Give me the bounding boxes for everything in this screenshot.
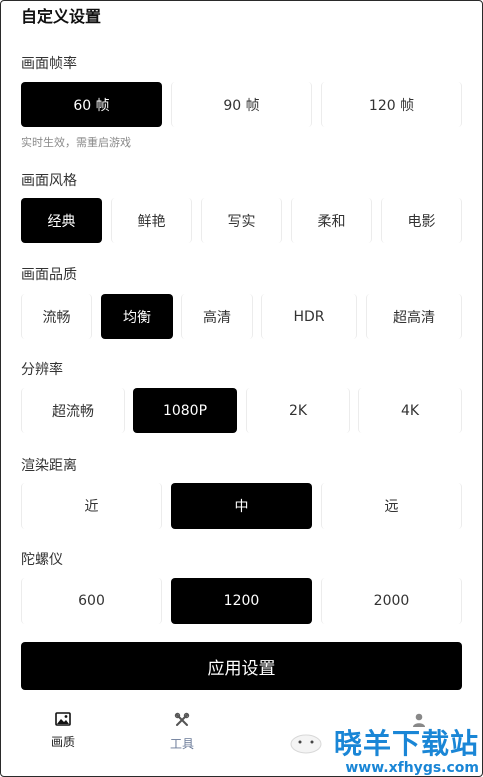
option-resolution-1080p[interactable]: 1080P	[133, 388, 237, 433]
sheep-logo-icon	[286, 730, 326, 760]
section-title-quality: 画面品质	[21, 267, 77, 283]
nav-item-quality[interactable]: 画质	[33, 712, 93, 750]
option-quality-balanced[interactable]: 均衡	[101, 294, 173, 339]
option-fps-120[interactable]: 120 帧	[321, 82, 462, 127]
page-title: 自定义设置	[21, 7, 102, 26]
tools-icon	[174, 712, 190, 731]
option-gyro-2000[interactable]: 2000	[321, 578, 462, 624]
option-style-vivid[interactable]: 鲜艳	[111, 198, 192, 243]
section-title-render-distance: 渲染距离	[21, 458, 77, 474]
section-title-gyro: 陀螺仪	[21, 552, 63, 568]
option-style-soft[interactable]: 柔和	[291, 198, 372, 243]
option-resolution-smooth[interactable]: 超流畅	[21, 388, 125, 433]
option-style-movie[interactable]: 电影	[381, 198, 462, 243]
option-quality-hd[interactable]: 高清	[181, 294, 253, 339]
apply-settings-button[interactable]: 应用设置	[21, 642, 462, 690]
nav-item-tools[interactable]: 工具	[152, 712, 212, 752]
nav-label-tools: 工具	[169, 737, 194, 751]
option-resolution-2k[interactable]: 2K	[246, 388, 350, 433]
option-fps-60[interactable]: 60 帧	[21, 82, 162, 127]
option-distance-near[interactable]: 近	[21, 483, 162, 529]
section-title-style: 画面风格	[21, 173, 77, 189]
nav-label-quality: 画质	[50, 735, 75, 749]
option-fps-90[interactable]: 90 帧	[171, 82, 312, 127]
watermark: 晓羊下载站 www.xfhygs.com	[334, 722, 479, 776]
option-resolution-4k[interactable]: 4K	[358, 388, 462, 433]
option-gyro-1200[interactable]: 1200	[171, 578, 312, 624]
watermark-url: www.xfhygs.com	[345, 760, 479, 776]
section-title-fps: 画面帧率	[21, 56, 77, 72]
option-style-classic[interactable]: 经典	[21, 198, 102, 243]
watermark-title: 晓羊下载站	[333, 727, 479, 760]
option-distance-mid[interactable]: 中	[171, 483, 312, 529]
section-title-resolution: 分辨率	[21, 362, 63, 378]
option-quality-smooth[interactable]: 流畅	[21, 294, 92, 339]
option-gyro-600[interactable]: 600	[21, 578, 162, 624]
option-style-realistic[interactable]: 写实	[201, 198, 282, 243]
option-quality-hdr[interactable]: HDR	[261, 294, 357, 339]
option-distance-far[interactable]: 远	[321, 483, 462, 529]
option-quality-ultra-hd[interactable]: 超高清	[366, 294, 462, 339]
fps-hint: 实时生效，需重启游戏	[21, 136, 131, 149]
image-icon	[55, 712, 71, 729]
